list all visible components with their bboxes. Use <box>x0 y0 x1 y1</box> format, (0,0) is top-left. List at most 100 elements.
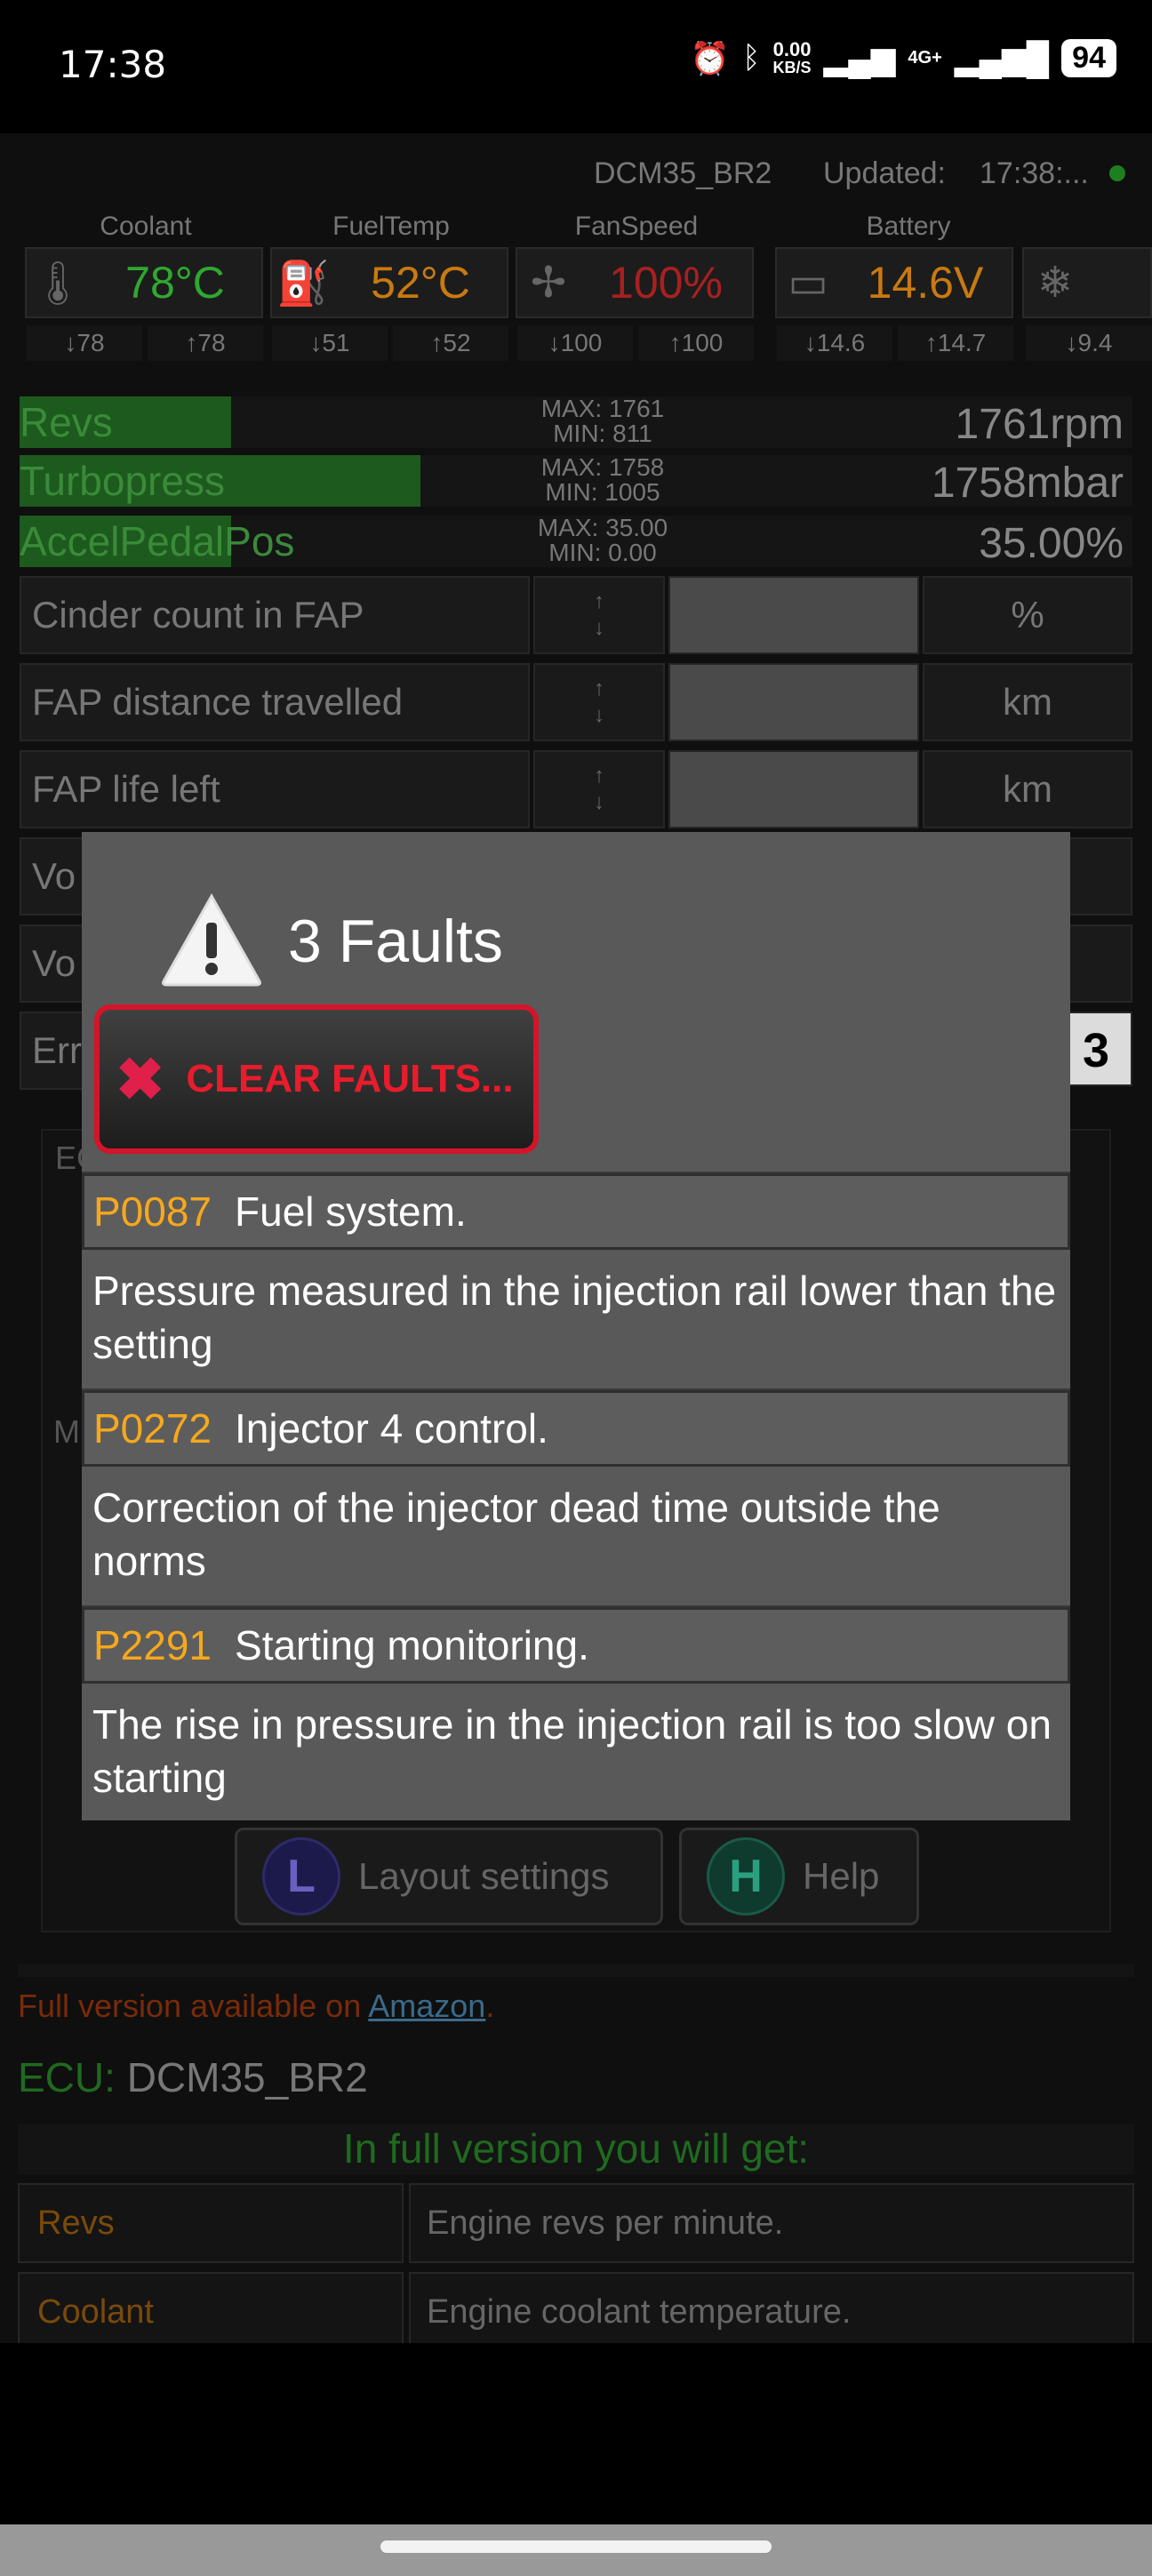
gauge-title-coolant: Coolant <box>100 212 192 241</box>
dialog-title: 3 Faults <box>288 908 503 975</box>
bar-max: MAX: 1758 <box>540 453 665 481</box>
signal-icon-2: ▂▄▆█ <box>954 39 1050 76</box>
divider <box>18 1964 1134 1977</box>
gauge-min: ↓14.6 <box>777 325 892 361</box>
feature-name: Coolant <box>18 2272 404 2352</box>
bar-value: 1758mbar <box>931 460 1124 507</box>
gauge-value: 14.6V <box>867 258 984 308</box>
gauge-max: ↑52 <box>393 325 508 361</box>
full-version-heading: In full version you will get: <box>18 2124 1134 2174</box>
bar-value: 1761rpm <box>955 401 1124 448</box>
layout-settings-label: Layout settings <box>358 1855 610 1897</box>
help-letter-icon: H <box>707 1837 785 1916</box>
bar-min: MIN: 811 <box>553 420 652 447</box>
error-count-badge: 3 <box>1068 1012 1132 1086</box>
row-name: FAP distance travelled <box>20 663 530 741</box>
fault-header[interactable]: P0272 Injector 4 control. <box>82 1390 1070 1467</box>
gauge-fueltemp[interactable]: ⛽ 52°C <box>270 247 508 318</box>
ecu-line: ECU: DCM35_BR2 <box>18 2053 368 2101</box>
close-x-icon: ✖ <box>116 1045 165 1112</box>
gauge-max: ↑14.7 <box>898 325 1013 361</box>
row-unit: km <box>923 750 1132 828</box>
bar-row-turbopress[interactable]: Turbopress MAX: 1758 MIN: 1005 1758mbar <box>20 455 1132 507</box>
fault-description: The rise in pressure in the injection ra… <box>92 1701 1052 1801</box>
fault-title: Starting monitoring. <box>235 1622 589 1668</box>
bar-row-revs[interactable]: Revs MAX: 1761 MIN: 811 1761rpm <box>20 396 1132 448</box>
fault-title: Fuel system. <box>235 1188 467 1235</box>
gauge-title-fueltemp: FuelTemp <box>332 212 450 241</box>
arrow-up-icon: ↑ <box>594 676 604 700</box>
arrow-down-icon: ↓ <box>594 616 604 640</box>
m-panel-label: M <box>53 1413 80 1450</box>
bluetooth-icon: ᛒ <box>742 41 761 75</box>
network-type: 4G+ <box>908 48 942 68</box>
gauge-min: ↓9.4 <box>1026 325 1152 361</box>
gauge-value: 78°C <box>125 258 225 308</box>
help-button[interactable]: H Help <box>679 1828 919 1925</box>
bar-max: MAX: 1761 <box>540 395 665 422</box>
row-name: FAP life left <box>20 750 530 828</box>
bar-row-accelpedalpos[interactable]: AccelPedalPos MAX: 35.00 MIN: 0.00 35.00… <box>20 516 1132 567</box>
fault-header[interactable]: P2291 Starting monitoring. <box>82 1607 1070 1684</box>
connection-indicator <box>1109 165 1125 181</box>
gauge-max: ↑78 <box>148 325 263 361</box>
feature-desc: Engine coolant temperature. <box>409 2272 1134 2352</box>
bar-name: Turbopress <box>20 458 225 504</box>
table-row[interactable]: FAP distance travelled ↑ ↓ km <box>20 663 1132 743</box>
warning-icon <box>162 892 261 987</box>
status-time: 17:38 <box>59 43 167 86</box>
layout-letter-icon: L <box>262 1837 340 1916</box>
table-row[interactable]: FAP life left ↑ ↓ km <box>20 750 1132 830</box>
bar-name: Revs <box>20 399 113 445</box>
battery-indicator: 94 <box>1061 39 1116 77</box>
full-version-notice: Full version available on Amazon. <box>18 1988 494 2025</box>
row-arrows: ↑ ↓ <box>533 663 665 741</box>
gauge-value: 100% <box>609 258 723 308</box>
arrow-down-icon: ↓ <box>594 703 604 727</box>
clear-faults-label: CLEAR FAULTS... <box>186 1057 514 1100</box>
gauge-max: ↑100 <box>638 325 754 361</box>
gauge-aircon[interactable]: ❄ <box>1022 247 1152 318</box>
gauge-fanspeed[interactable]: ✢ 100% <box>516 247 754 318</box>
gauge-min: ↓51 <box>272 325 388 361</box>
amazon-link[interactable]: Amazon <box>368 1988 485 2024</box>
net-speed: 0.00 KB/S <box>772 39 812 76</box>
fault-description: Correction of the injector dead time out… <box>92 1484 940 1584</box>
net-speed-unit: KB/S <box>772 58 812 76</box>
bar-value: 35.00% <box>979 520 1124 567</box>
feature-name: Revs <box>18 2183 404 2263</box>
bar-name: AccelPedalPos <box>20 518 295 564</box>
battery-icon: ▭ <box>788 260 828 307</box>
status-icons: ⏰ ᛒ 0.00 KB/S ▂▄▆ 4G+ ▂▄▆█ 94 <box>690 39 1116 77</box>
row-arrows: ↑ ↓ <box>533 576 665 654</box>
row-value-box <box>668 576 919 654</box>
fault-header[interactable]: P0087 Fuel system. <box>82 1173 1070 1250</box>
gauge-min: ↓78 <box>27 325 142 361</box>
arrow-up-icon: ↑ <box>594 589 604 613</box>
fault-code: P0272 <box>93 1405 212 1452</box>
clear-faults-button[interactable]: ✖ CLEAR FAULTS... <box>94 1004 539 1154</box>
ecu-line-label: ECU: <box>18 2054 116 2100</box>
bar-max: MAX: 35.00 <box>537 514 668 541</box>
gauge-title-battery: Battery <box>866 212 951 241</box>
table-row[interactable]: Cinder count in FAP ↑ ↓ % <box>20 576 1132 656</box>
updated-value: 17:38:... <box>980 156 1089 190</box>
row-value-box <box>668 750 919 828</box>
row-arrows: ↑ ↓ <box>533 750 665 828</box>
gauge-battery[interactable]: ▭ 14.6V <box>775 247 1013 318</box>
layout-settings-button[interactable]: L Layout settings <box>235 1828 663 1925</box>
arrow-up-icon: ↑ <box>594 764 604 788</box>
fuel-pump-icon: ⛽ <box>276 260 330 308</box>
snowflake-icon: ❄ <box>1036 260 1074 307</box>
feature-row: Coolant Engine coolant temperature. <box>18 2272 1134 2354</box>
home-gesture-bar[interactable] <box>380 2540 772 2553</box>
gauge-coolant[interactable]: 🌡 78°C <box>25 247 263 318</box>
fan-icon: ✢ <box>530 260 567 307</box>
row-name: Cinder count in FAP <box>20 576 530 654</box>
arrow-down-icon: ↓ <box>594 790 604 814</box>
thermometer-icon: 🌡 <box>30 260 85 308</box>
ecu-name: DCM35_BR2 <box>594 156 772 190</box>
fault-code: P2291 <box>93 1622 212 1668</box>
gauge-title-fanspeed: FanSpeed <box>574 212 699 241</box>
help-label: Help <box>803 1855 880 1897</box>
